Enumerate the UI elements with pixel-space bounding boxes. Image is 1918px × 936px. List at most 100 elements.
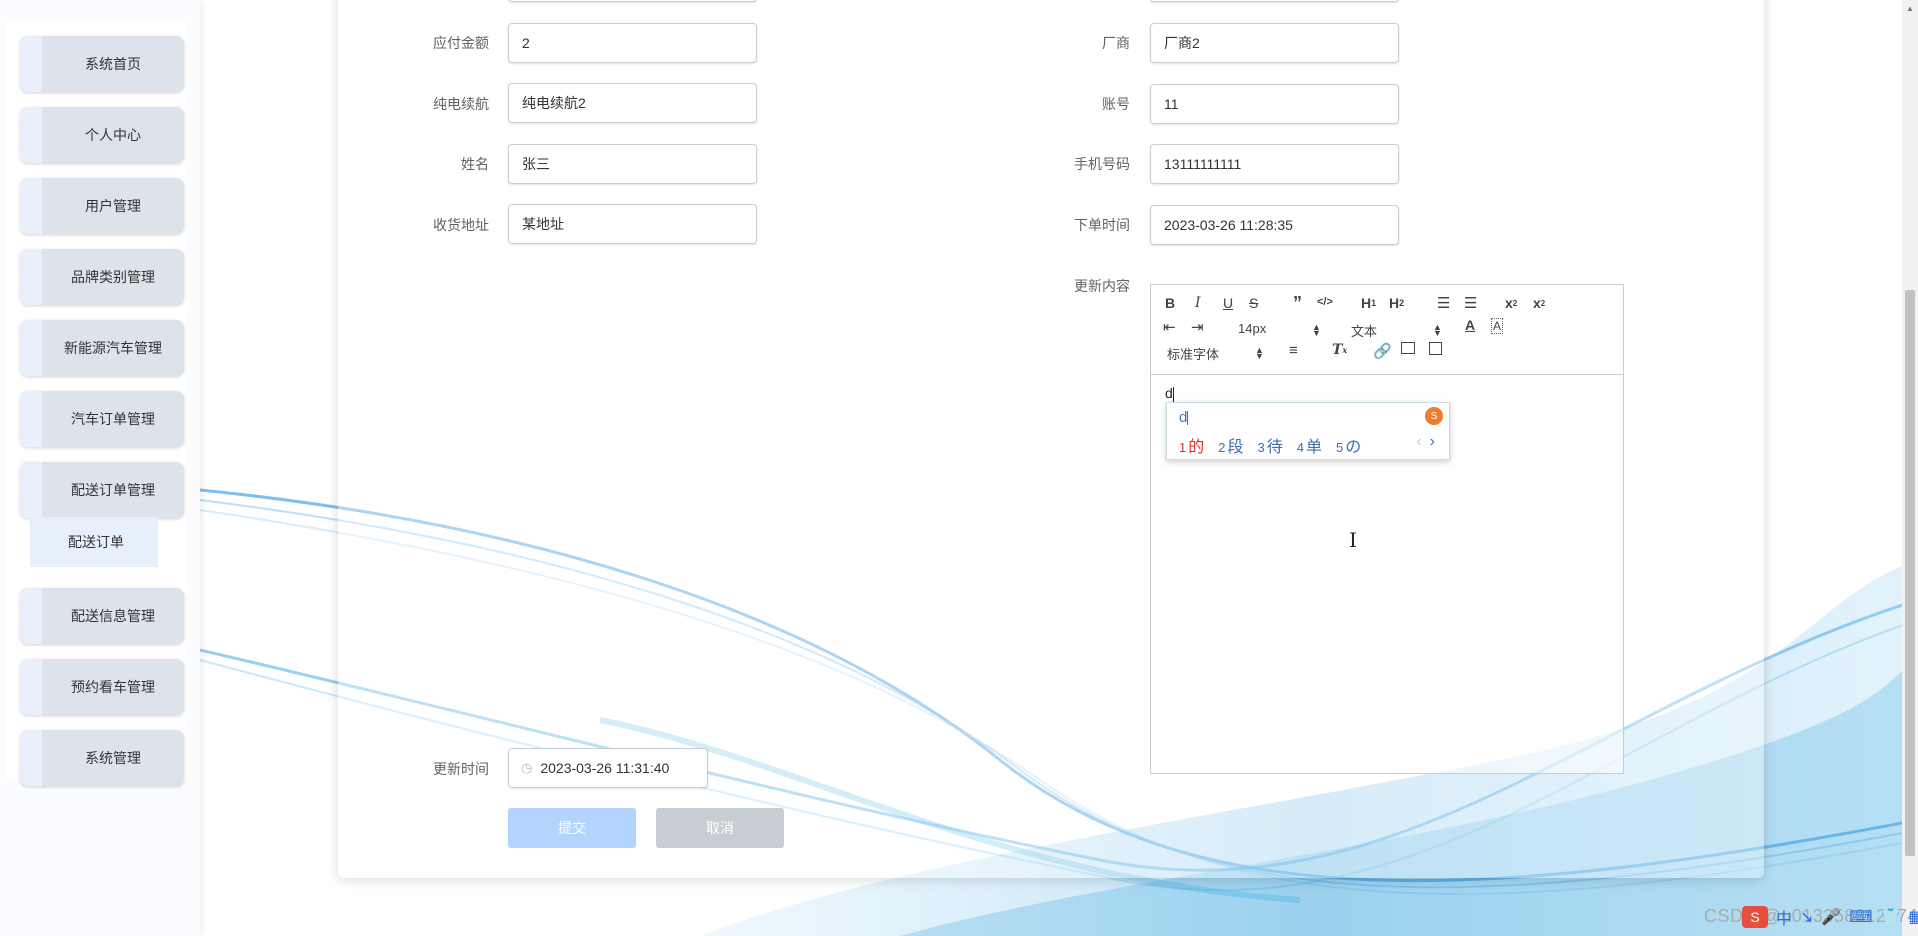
name-input[interactable]: 张三 [508, 144, 757, 184]
ime-candidate-5[interactable]: 5の [1336, 433, 1361, 457]
font-family-value: 标准字体 [1167, 347, 1220, 362]
field-clipped-top-left[interactable] [508, 0, 757, 2]
cancel-button[interactable]: 取消 [656, 808, 784, 848]
ime-candidate-window: d S 1的 2段 3待 4单 5の ‹ › [1166, 402, 1450, 460]
candidate-text: 待 [1266, 439, 1283, 456]
ime-candidate-4[interactable]: 4单 [1297, 433, 1322, 457]
ime-page-nav[interactable]: ‹ › [1416, 433, 1435, 451]
address-input[interactable]: 某地址 [508, 204, 757, 244]
content-label: 更新内容 [1074, 278, 1130, 294]
menu-accent [20, 107, 42, 163]
range-input[interactable]: 纯电续航2 [508, 83, 757, 123]
phone-label: 手机号码 [1074, 156, 1130, 172]
sidebar-item-home[interactable]: 系统首页 [20, 36, 184, 92]
update-time-picker[interactable]: ◷ 2023-03-26 11:31:40 [508, 748, 708, 788]
address-label: 收货地址 [433, 217, 489, 233]
menu-accent [20, 588, 42, 644]
sidebar-item-users[interactable]: 用户管理 [20, 178, 184, 234]
scrollbar-thumb[interactable] [1905, 290, 1915, 856]
h2-icon[interactable]: H2 [1389, 295, 1404, 311]
keyboard-icon[interactable]: ⌨ [1849, 907, 1872, 927]
menu-accent [20, 391, 42, 447]
code-icon[interactable]: </> [1317, 296, 1333, 308]
rich-text-editor[interactable]: B I U S ” </> H1 H2 ☰ ☰ x2 x2 ⇤ ⇥ 14px ▲ ▼… [1150, 284, 1624, 774]
sidebar-item-delivery-orders[interactable]: 配送订单管理 [20, 462, 184, 518]
image-icon[interactable] [1401, 342, 1415, 354]
indent-decrease-icon[interactable]: ⇤ [1163, 318, 1176, 336]
ime-caret [1187, 411, 1189, 426]
scroll-up-icon[interactable]: ▲ [1906, 4, 1914, 13]
sidebar-item-label: 系统首页 [85, 56, 141, 72]
update-time-value: 2023-03-26 11:31:40 [540, 760, 670, 776]
editor-content[interactable]: d [1165, 385, 1174, 402]
ordered-list-icon[interactable]: ☰ [1437, 294, 1450, 312]
candidate-num: 2 [1218, 440, 1226, 455]
amount-input[interactable]: 2 [508, 23, 757, 63]
ime-toolbar: S 中 ↘ 🎤 ⌨ 👕 ▦ [1742, 902, 1918, 932]
prev-page-icon[interactable]: ‹ [1416, 433, 1421, 450]
blockquote-icon[interactable]: ” [1293, 293, 1302, 314]
sidebar-item-label: 配送订单管理 [71, 482, 155, 498]
menu-accent [20, 249, 42, 305]
microphone-icon[interactable]: 🎤 [1821, 907, 1841, 927]
ime-candidate-2[interactable]: 2段 [1218, 433, 1243, 457]
next-page-icon[interactable]: › [1430, 433, 1435, 450]
sidebar-item-delivery-info[interactable]: 配送信息管理 [20, 588, 184, 644]
account-input[interactable]: 11 [1150, 84, 1399, 124]
vendor-input[interactable]: 厂商2 [1150, 23, 1399, 63]
sidebar-item-profile[interactable]: 个人中心 [20, 107, 184, 163]
punctuation-icon[interactable]: ↘ [1800, 907, 1813, 927]
h1-icon[interactable]: H1 [1361, 295, 1376, 311]
ime-candidate-1[interactable]: 1的 [1179, 433, 1204, 457]
background-color-icon[interactable]: A [1491, 318, 1504, 334]
page-scrollbar[interactable]: ▲ [1902, 0, 1918, 936]
menu-accent [20, 178, 42, 234]
grid-icon[interactable]: ▦ [1908, 907, 1918, 927]
bold-icon[interactable]: B [1165, 295, 1175, 311]
sidebar-item-brand-categories[interactable]: 品牌类别管理 [20, 249, 184, 305]
sidebar-item-car-orders[interactable]: 汽车订单管理 [20, 391, 184, 447]
superscript-icon[interactable]: x2 [1533, 295, 1545, 311]
header-select[interactable]: 文本 ▲ ▼ [1351, 321, 1442, 340]
font-family-select[interactable]: 标准字体 ▲ ▼ [1167, 344, 1264, 363]
subscript-icon[interactable]: x2 [1505, 295, 1517, 311]
sidebar-item-ev-cars[interactable]: 新能源汽车管理 [20, 320, 184, 376]
name-label: 姓名 [461, 156, 489, 172]
italic-icon[interactable]: I [1195, 295, 1201, 311]
font-color-icon[interactable]: A [1465, 317, 1475, 333]
align-icon[interactable]: ≡ [1289, 342, 1298, 359]
underline-icon[interactable]: U [1223, 295, 1233, 311]
chinese-mode-icon[interactable]: 中 [1776, 905, 1792, 929]
submenu-item-delivery-order[interactable]: 配送订单 [30, 517, 158, 567]
sidebar-item-label: 汽车订单管理 [71, 411, 155, 427]
order-time-label: 下单时间 [1074, 217, 1130, 233]
link-icon[interactable]: 🔗 [1373, 342, 1392, 360]
ime-candidate-3[interactable]: 3待 [1258, 433, 1283, 457]
bullet-list-icon[interactable]: ☰ [1464, 294, 1477, 312]
submenu-item-label: 配送订单 [68, 534, 124, 550]
phone-input[interactable]: 13111111111 [1150, 144, 1399, 184]
submit-button[interactable]: 提交 [508, 808, 636, 848]
text-caret [1172, 386, 1174, 402]
skin-icon[interactable]: 👕 [1880, 907, 1900, 927]
video-icon[interactable] [1429, 342, 1442, 355]
font-size-select[interactable]: 14px ▲ ▼ [1238, 321, 1322, 338]
font-size-value: 14px [1238, 321, 1267, 336]
editor-toolbar: B I U S ” </> H1 H2 ☰ ☰ x2 x2 ⇤ ⇥ 14px ▲ ▼… [1151, 285, 1623, 375]
sidebar-item-label: 品牌类别管理 [71, 269, 155, 285]
calendar-icon: ◷ [521, 760, 533, 775]
sogou-icon[interactable]: S [1425, 407, 1443, 425]
select-arrows-icon: ▼ [1255, 351, 1264, 361]
header-select-value: 文本 [1351, 324, 1378, 339]
amount-label: 应付金额 [433, 35, 489, 51]
strike-icon[interactable]: S [1249, 295, 1258, 311]
sidebar-item-viewing-appointments[interactable]: 预约看车管理 [20, 659, 184, 715]
sidebar-item-system[interactable]: 系统管理 [20, 730, 184, 786]
indent-increase-icon[interactable]: ⇥ [1191, 318, 1204, 336]
select-arrows-icon: ▼ [1312, 328, 1321, 338]
field-clipped-top-right[interactable] [1150, 0, 1399, 2]
clear-format-icon[interactable]: Tx [1332, 342, 1347, 358]
order-time-input[interactable]: 2023-03-26 11:28:35 [1150, 205, 1399, 245]
sogou-icon[interactable]: S [1742, 906, 1768, 928]
sidebar-item-label: 预约看车管理 [71, 679, 155, 695]
